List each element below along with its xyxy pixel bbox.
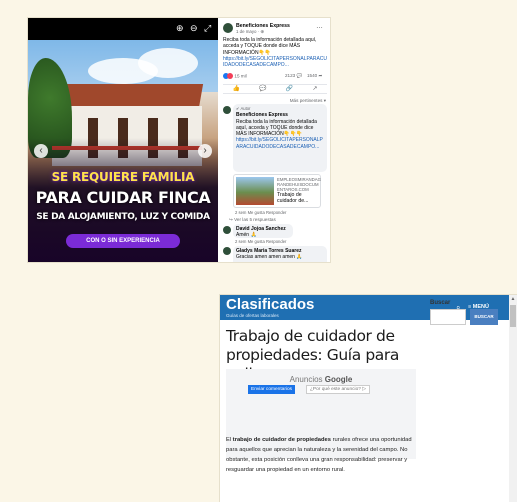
- ad-label-prefix: Anuncios: [289, 375, 325, 384]
- view-replies-link[interactable]: ↪ Ver las 5 respuestas: [229, 217, 276, 223]
- zoom-out-icon[interactable]: ⊖: [190, 23, 198, 33]
- sidebar-search-input[interactable]: [430, 309, 466, 325]
- photo-toolbar: ⊕ ⊖ ⤢: [28, 18, 218, 40]
- photo-cloud: [138, 48, 198, 78]
- scroll-up-icon[interactable]: ▲: [509, 295, 517, 303]
- photo-headline-1: SE REQUIERE FAMILIA: [51, 170, 195, 184]
- reactions-count[interactable]: 15 mil: [234, 73, 246, 78]
- love-reaction-icon: [227, 73, 233, 79]
- comments-count[interactable]: 2123 💬: [285, 73, 302, 79]
- commenter-avatar[interactable]: [223, 226, 231, 234]
- clasificados-page-screenshot: Clasificados Guías de ofertas laborales …: [220, 295, 517, 502]
- comment-icon[interactable]: 💬: [259, 86, 266, 92]
- sidebar-search-button[interactable]: BUSCAR: [470, 309, 498, 325]
- facebook-post-screenshot: ⊕ ⊖ ⤢ ‹ › SE REQUIERE FAMILIA PARA CUIDA…: [28, 18, 330, 262]
- comment-bubble: Gladys Maria Torres Suarez Gracias amen …: [233, 246, 327, 262]
- fullscreen-icon[interactable]: ⤢: [204, 23, 211, 33]
- share-icon[interactable]: ↗: [312, 86, 317, 92]
- shares-count[interactable]: 1540 ➦: [307, 73, 322, 79]
- comment-text: Gracias amen amen amen 🙏: [236, 254, 303, 261]
- photo-cta-badge: CON O SIN EXPERIENCIA: [66, 234, 180, 248]
- why-this-ad-button[interactable]: ¿Por qué este anuncio? ▷: [306, 385, 370, 394]
- post-text: Reciba toda la información detallada aqu…: [223, 37, 327, 68]
- photo-headline-2: PARA CUIDAR FINCA: [35, 188, 211, 207]
- sidebar-search-label: Buscar: [430, 300, 451, 306]
- site-tagline: Guías de ofertas laborales: [226, 313, 279, 318]
- post-sidebar: Beneficiones Express 1 de mayo · ⊕ … Rec…: [219, 18, 330, 262]
- post-link[interactable]: https://bit.ly/SEGOLICITAPERSONALPARACUI…: [223, 56, 327, 69]
- post-message: Reciba toda la información detallada aqu…: [223, 37, 317, 56]
- reaction-summary: 15 mil 2123 💬 1540 ➦: [223, 73, 327, 81]
- post-time[interactable]: 1 de mayo · ⊕: [236, 29, 264, 35]
- ad-label-brand: Google: [324, 375, 353, 384]
- article-body-keyword: trabajo de cuidador de propiedades: [232, 437, 332, 443]
- article-body-prefix: El: [226, 437, 233, 443]
- link-preview-card[interactable]: EMPLEOSMIRANDAGRANDEHUISDOCUMENTAROS.COM…: [233, 174, 321, 208]
- photo-headline-3: SE DA ALOJAMIENTO, LUZ Y COMIDA: [36, 212, 210, 222]
- like-icon[interactable]: 👍: [233, 86, 240, 92]
- comment-text: Amén 🙏: [236, 232, 257, 239]
- send-feedback-button[interactable]: Enviar comentarios: [248, 385, 296, 394]
- commenter-avatar[interactable]: [223, 247, 231, 255]
- zoom-in-icon[interactable]: ⊕: [176, 23, 184, 33]
- article-body: El trabajo de cuidador de propiedades ru…: [226, 435, 422, 475]
- link-preview-thumbnail: [236, 177, 274, 205]
- comment-bubble: David Jojoa Sanchez Amén 🙏: [233, 224, 293, 238]
- link-preview-domain: EMPLEOSMIRANDAGRANDEHUISDOCUMENTAROS.COM: [277, 177, 321, 193]
- chevron-right-icon[interactable]: ›: [198, 144, 212, 158]
- scrollbar-thumb[interactable]: [510, 305, 516, 327]
- comment-meta[interactable]: 2 sem Me gusta Responder: [235, 239, 286, 245]
- comment-text: Reciba toda la información detallada aqu…: [236, 118, 317, 138]
- chevron-left-icon[interactable]: ‹: [34, 144, 48, 158]
- more-options-icon[interactable]: …: [316, 23, 323, 30]
- commenter-avatar[interactable]: [223, 106, 231, 114]
- scrollbar[interactable]: ▲: [509, 295, 517, 502]
- comment-link[interactable]: https://bit.ly/SEGOLICITAPERSONALPARACUI…: [236, 137, 324, 150]
- ad-label: Anuncios Google: [226, 375, 416, 384]
- link-preview-title: Trabajo de cuidador de...: [277, 192, 309, 204]
- comment-meta[interactable]: 2 sem Me gusta Responder: [235, 210, 286, 216]
- comment-bubble: ✔ Autor Beneficiones Express Reciba toda…: [233, 104, 327, 172]
- page-avatar[interactable]: [223, 23, 233, 33]
- copy-link-icon[interactable]: 🔗: [286, 86, 293, 92]
- post-photo[interactable]: ⊕ ⊖ ⤢ ‹ › SE REQUIERE FAMILIA PARA CUIDA…: [28, 18, 218, 262]
- post-actions: 👍 💬 🔗 ↗: [223, 84, 327, 94]
- site-logo[interactable]: Clasificados: [226, 297, 314, 313]
